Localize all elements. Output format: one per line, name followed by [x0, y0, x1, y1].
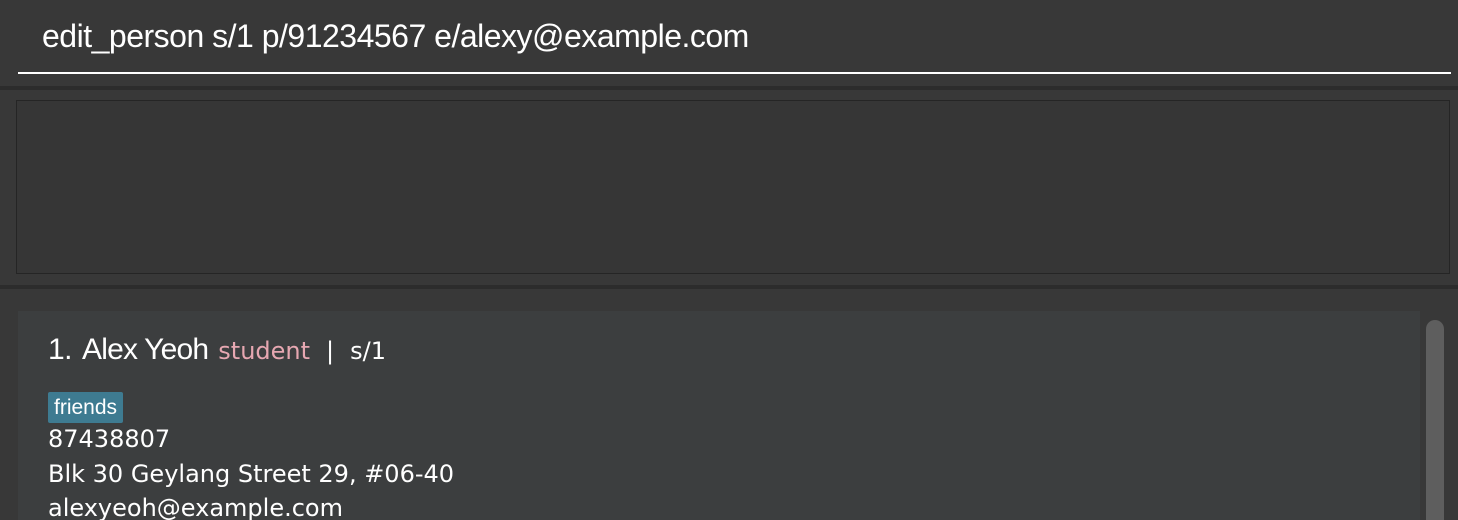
person-id: s/1 [350, 337, 386, 365]
person-phone: 87438807 [48, 425, 171, 453]
tag-list: friends [48, 392, 124, 423]
result-display-pane [0, 90, 1458, 285]
command-box [0, 0, 1458, 86]
command-input[interactable] [18, 0, 1451, 74]
person-list: 1. Alex Yeoh student | s/1 friends 87438… [0, 289, 1458, 520]
tag-friends: friends [48, 392, 124, 423]
person-address: Blk 30 Geylang Street 29, #06-40 [48, 460, 455, 488]
person-email: alexyeoh@example.com [48, 494, 343, 520]
list-scrollbar[interactable] [1424, 317, 1446, 520]
app-window: 1. Alex Yeoh student | s/1 friends 87438… [0, 0, 1458, 520]
person-role: student [218, 337, 311, 365]
person-card[interactable]: 1. Alex Yeoh student | s/1 friends 87438… [18, 311, 1420, 520]
person-card-header: 1. Alex Yeoh student | s/1 [48, 333, 386, 367]
scrollbar-thumb[interactable] [1426, 320, 1444, 520]
person-index: 1. [48, 333, 73, 366]
header-separator: | [326, 337, 335, 365]
person-name: Alex Yeoh [82, 333, 209, 366]
result-display [16, 100, 1450, 274]
